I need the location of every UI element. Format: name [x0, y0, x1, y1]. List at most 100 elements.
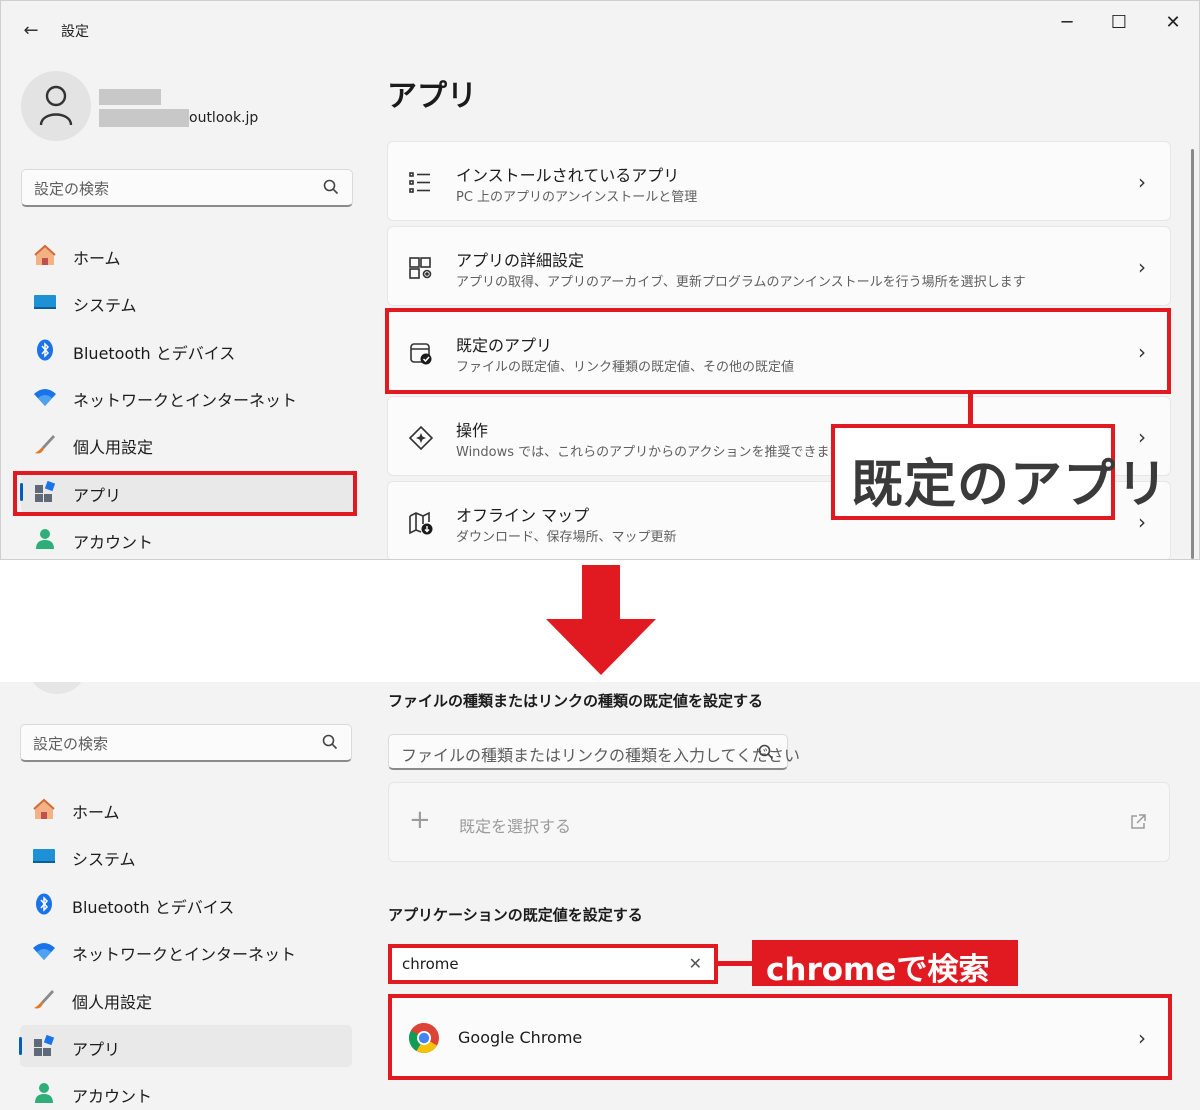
- page-title: アプリ: [387, 79, 477, 114]
- apps-icon: [34, 1035, 55, 1056]
- sidebar-item-apps[interactable]: アプリ: [19, 1025, 352, 1067]
- search-icon: [323, 179, 339, 195]
- plus-icon: +: [409, 805, 431, 835]
- home-icon: [33, 798, 55, 819]
- card-subtitle: PC 上のアプリのアンインストールと管理: [456, 190, 698, 205]
- callout-text: chromeで検索: [766, 952, 990, 988]
- callout-connector: [718, 961, 752, 966]
- account-icon: [36, 529, 54, 549]
- chrome-icon: [408, 1023, 439, 1054]
- sidebar-item-label: Bluetooth とデバイス: [73, 344, 236, 363]
- sidebar-item-label: ネットワークとインターネット: [72, 945, 297, 964]
- callout-search: chromeで検索: [752, 940, 1018, 988]
- chevron-right-icon: ›: [1138, 255, 1146, 279]
- card-subtitle: Windows では、これらのアプリからのアクションを推奨できます。: [456, 445, 855, 460]
- highlight-apps-nav: [13, 471, 357, 516]
- search-placeholder: 設定の検索: [34, 180, 110, 198]
- installed-apps-card[interactable]: インストールされているアプリ PC 上のアプリのアンインストールと管理 ›: [387, 141, 1171, 221]
- maximize-button[interactable]: ☐: [1099, 9, 1139, 37]
- card-subtitle: アプリの取得、アプリのアーカイブ、更新プログラムのアンインストールを行う場所を選…: [456, 275, 1026, 290]
- file-type-section-heading: ファイルの種類またはリンクの種類の既定値を設定する: [388, 692, 764, 710]
- sidebar-item-bluetooth[interactable]: Bluetooth とデバイス: [20, 883, 352, 925]
- sidebar-item-label: Bluetooth とデバイス: [72, 898, 235, 917]
- card-title: 操作: [456, 421, 489, 440]
- list-icon: [409, 172, 430, 193]
- brush-icon: [35, 435, 55, 454]
- account-icon: [35, 1083, 53, 1103]
- sidebar-item-label: 個人用設定: [72, 993, 153, 1012]
- sidebar-item-accounts[interactable]: アカウント: [20, 1072, 352, 1110]
- minimize-button[interactable]: ─: [1047, 9, 1087, 37]
- settings-search-input[interactable]: 設定の検索: [21, 169, 353, 207]
- selection-indicator: [19, 1037, 22, 1055]
- search-icon: [322, 734, 338, 750]
- settings-window-bottom: 設定の検索 ホーム システム Bluetooth とデバイス ネットワークとイン…: [0, 682, 1200, 1110]
- actions-icon: [408, 425, 434, 451]
- settings-search-input[interactable]: 設定の検索: [20, 724, 352, 762]
- card-subtitle: ダウンロード、保存場所、マップ更新: [456, 530, 677, 545]
- chevron-right-icon: ›: [1138, 1026, 1146, 1050]
- sidebar-item-label: アプリ: [72, 1040, 121, 1059]
- avatar-partial: [28, 682, 86, 694]
- redacted-email: [99, 109, 189, 127]
- scrollbar[interactable]: [1191, 149, 1194, 559]
- wifi-icon: [33, 943, 55, 960]
- title-bar: ← 設定 ─ ☐ ✕: [1, 1, 1199, 59]
- redacted-name: [99, 89, 161, 105]
- home-icon: [34, 244, 56, 265]
- file-type-search-input[interactable]: ファイルの種類またはリンクの種類を入力してください: [388, 734, 800, 770]
- app-name: Google Chrome: [458, 1028, 583, 1047]
- avatar[interactable]: [21, 71, 91, 141]
- close-button[interactable]: ✕: [1153, 9, 1193, 37]
- email-suffix: outlook.jp: [189, 110, 259, 126]
- clear-icon[interactable]: ✕: [689, 954, 702, 973]
- sidebar-item-network[interactable]: ネットワークとインターネット: [20, 930, 352, 972]
- sidebar-item-label: システム: [72, 850, 136, 869]
- sidebar-item-label: アカウント: [73, 533, 154, 552]
- callout-connector: [968, 394, 973, 426]
- callout-default-apps: 既定のアプリ: [831, 424, 1168, 520]
- settings-window-top: ← 設定 ─ ☐ ✕ outlook.jp 設定の検索 ホーム システム Blu…: [0, 0, 1200, 560]
- wifi-icon: [34, 389, 56, 406]
- file-type-placeholder: ファイルの種類またはリンクの種類を入力してください: [401, 746, 801, 765]
- user-icon: [39, 85, 73, 126]
- bluetooth-icon: [37, 339, 53, 361]
- map-icon: [409, 511, 433, 535]
- sidebar-item-personalization[interactable]: 個人用設定: [20, 978, 352, 1020]
- open-external-icon: [1131, 814, 1146, 829]
- bluetooth-icon: [36, 893, 52, 915]
- search-icon: [758, 744, 774, 760]
- window-title: 設定: [61, 24, 89, 40]
- card-title: アプリの詳細設定: [456, 251, 585, 270]
- chevron-right-icon: ›: [1138, 170, 1146, 194]
- choose-default-label: 既定を選択する: [459, 817, 572, 836]
- app-settings-icon: [409, 257, 432, 279]
- system-icon: [34, 295, 56, 309]
- back-button[interactable]: ←: [19, 19, 43, 43]
- sidebar-item-home[interactable]: ホーム: [20, 788, 352, 830]
- search-placeholder: 設定の検索: [33, 735, 109, 753]
- sidebar-item-system[interactable]: システム: [20, 835, 352, 877]
- card-title: インストールされているアプリ: [456, 166, 680, 185]
- sidebar-item-label: システム: [73, 296, 137, 315]
- callout-text: 既定のアプリ: [851, 455, 1170, 515]
- sidebar-item-label: アカウント: [72, 1087, 153, 1106]
- sidebar-item-accounts[interactable]: アカウント: [21, 518, 353, 559]
- app-search-input[interactable]: chrome ✕: [388, 944, 718, 984]
- highlight-default-apps: [385, 308, 1171, 394]
- sidebar-item-bluetooth[interactable]: Bluetooth とデバイス: [21, 329, 353, 371]
- sidebar-item-network[interactable]: ネットワークとインターネット: [21, 376, 353, 418]
- sidebar-item-system[interactable]: システム: [21, 281, 353, 323]
- card-title: オフライン マップ: [456, 506, 590, 525]
- sidebar-item-home[interactable]: ホーム: [21, 234, 353, 276]
- advanced-app-settings-card[interactable]: アプリの詳細設定 アプリの取得、アプリのアーカイブ、更新プログラムのアンインスト…: [387, 226, 1171, 306]
- google-chrome-result[interactable]: Google Chrome ›: [388, 994, 1172, 1080]
- sidebar-item-label: ホーム: [72, 803, 120, 822]
- down-arrow-icon: [546, 565, 656, 675]
- app-search-value: chrome: [402, 955, 459, 973]
- sidebar-item-label: ネットワークとインターネット: [73, 391, 298, 410]
- sidebar-item-label: ホーム: [73, 249, 121, 268]
- choose-default-card[interactable]: + 既定を選択する: [388, 782, 1170, 862]
- sidebar-item-personalization[interactable]: 個人用設定: [21, 423, 353, 465]
- brush-icon: [34, 990, 54, 1009]
